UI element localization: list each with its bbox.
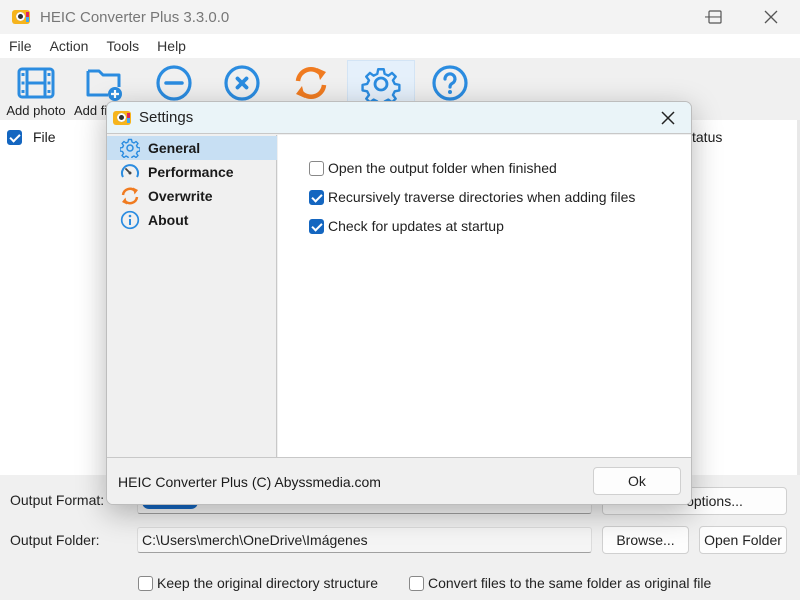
title-bar: HEIC Converter Plus 3.3.0.0 — <box>0 0 800 34</box>
refresh-icon <box>121 187 139 205</box>
option-open-output-folder[interactable]: Open the output folder when finished <box>309 160 557 176</box>
check-updates-checkbox[interactable] <box>309 218 324 234</box>
close-icon <box>764 10 778 24</box>
copyright-text: HEIC Converter Plus (C) Abyssmedia.com <box>118 474 381 490</box>
settings-dialog: Settings General Performance Overwrite A… <box>106 101 692 505</box>
nav-item-performance[interactable]: Performance <box>107 160 277 184</box>
dialog-title: Settings <box>139 109 194 126</box>
open-output-folder-checkbox[interactable] <box>309 160 324 176</box>
output-folder-input[interactable]: C:\Users\merch\OneDrive\Imágenes <box>137 527 592 553</box>
check-updates-label: Check for updates at startup <box>328 218 504 234</box>
column-status[interactable]: tatus <box>692 129 722 145</box>
dialog-close-button[interactable] <box>651 102 685 134</box>
menu-bar: File Action Tools Help <box>0 34 800 58</box>
menu-file[interactable]: File <box>0 38 41 54</box>
settings-nav: General Performance Overwrite About <box>107 135 277 457</box>
nav-label-general: General <box>148 140 201 156</box>
encoder-options-label: options... <box>686 493 743 509</box>
dialog-footer: HEIC Converter Plus (C) Abyssmedia.com O… <box>107 457 691 504</box>
gear-icon <box>361 68 401 104</box>
speedometer-icon <box>121 164 139 178</box>
nav-label-about: About <box>148 212 189 228</box>
nav-item-about[interactable]: About <box>107 208 277 232</box>
general-settings-pane: Open the output folder when finished Rec… <box>278 135 691 457</box>
close-icon <box>661 111 675 125</box>
option-recursive-traverse[interactable]: Recursively traverse directories when ad… <box>309 189 635 205</box>
dialog-title-bar: Settings <box>107 102 691 134</box>
output-folder-label: Output Folder: <box>10 532 100 548</box>
keep-structure-option[interactable]: Keep the original directory structure <box>138 575 378 591</box>
close-button[interactable] <box>748 0 794 34</box>
browse-button[interactable]: Browse... <box>602 526 689 554</box>
nav-label-performance: Performance <box>148 164 234 180</box>
question-icon <box>432 65 468 101</box>
add-photo-label: Add photo <box>6 103 66 118</box>
film-icon <box>17 67 55 99</box>
same-folder-checkbox[interactable] <box>409 575 424 591</box>
output-format-label: Output Format: <box>10 492 105 508</box>
keep-structure-label: Keep the original directory structure <box>157 575 378 591</box>
menu-help[interactable]: Help <box>148 38 195 54</box>
window-title: HEIC Converter Plus 3.3.0.0 <box>40 8 230 26</box>
option-check-updates[interactable]: Check for updates at startup <box>309 218 504 234</box>
folder-add-icon <box>86 69 122 101</box>
nav-item-general[interactable]: General <box>107 136 277 160</box>
x-circle-icon <box>224 65 260 101</box>
menu-action[interactable]: Action <box>41 38 98 54</box>
keep-structure-checkbox[interactable] <box>138 575 153 591</box>
open-folder-button[interactable]: Open Folder <box>699 526 787 554</box>
add-photo-button[interactable]: Add photo <box>4 60 68 118</box>
info-icon <box>120 210 140 230</box>
refresh-icon <box>295 66 327 100</box>
same-folder-option[interactable]: Convert files to the same folder as orig… <box>409 575 711 591</box>
recursive-traverse-checkbox[interactable] <box>309 189 324 205</box>
column-file[interactable]: File <box>33 129 56 145</box>
nav-item-overwrite[interactable]: Overwrite <box>107 184 277 208</box>
add-folder-label: Add fi <box>74 103 108 118</box>
open-output-folder-label: Open the output folder when finished <box>328 160 557 176</box>
recursive-traverse-label: Recursively traverse directories when ad… <box>328 189 636 205</box>
same-folder-label: Convert files to the same folder as orig… <box>428 575 712 591</box>
minus-circle-icon <box>156 65 192 101</box>
nav-label-overwrite: Overwrite <box>148 188 213 204</box>
gear-icon <box>120 138 140 158</box>
menu-tools[interactable]: Tools <box>97 38 148 54</box>
maximize-button[interactable] <box>692 0 738 34</box>
maximize-icon <box>708 10 722 24</box>
dialog-app-icon <box>113 110 131 125</box>
select-all-checkbox[interactable] <box>7 129 22 145</box>
ok-button[interactable]: Ok <box>593 467 681 495</box>
app-icon <box>12 10 30 24</box>
